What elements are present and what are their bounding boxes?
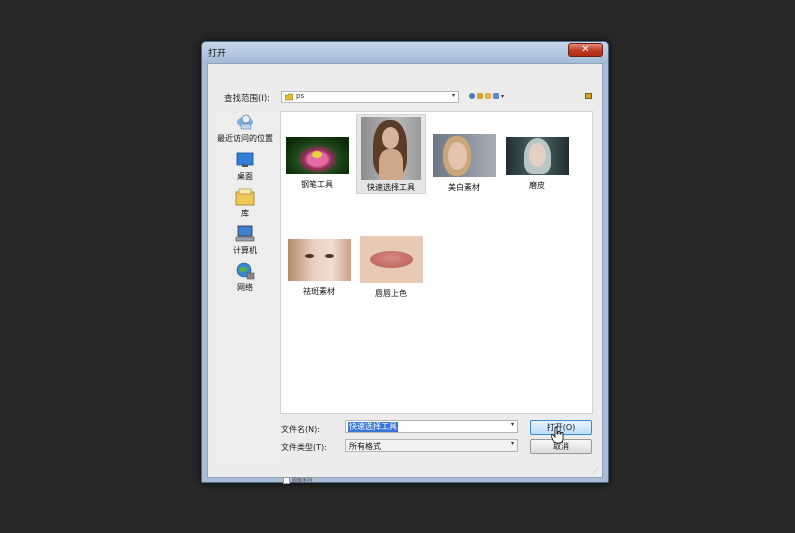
file-name: 快速选择工具 (367, 183, 415, 192)
place-label: 桌面 (237, 172, 253, 181)
chevron-down-icon: ▾ (451, 92, 455, 99)
file-name-input[interactable]: 快速选择工具 ▾ (345, 420, 518, 433)
file-item[interactable]: 美白素材 (429, 134, 499, 193)
place-label: 最近访问的位置 (217, 134, 273, 143)
file-name: 美白素材 (448, 183, 480, 192)
desktop-icon (236, 152, 254, 167)
thumbnail-lotus (285, 137, 349, 174)
mouse-cursor-icon (551, 426, 564, 444)
file-type-label: 文件类型(T): (281, 443, 327, 452)
folder-icon (285, 93, 293, 101)
thumbnail-lips (359, 236, 423, 283)
file-item[interactable]: 磨皮 (502, 137, 572, 191)
file-item[interactable]: 祛斑素材 (284, 239, 354, 297)
image-sequence-label: 图像序列 (292, 478, 313, 484)
folder-shortcut-icon[interactable] (585, 93, 592, 99)
look-in-label: 查找范围(I): (224, 94, 271, 104)
nav-toolbar: ▾ (469, 91, 504, 101)
computer-icon (235, 225, 255, 242)
file-name-label: 文件名(N): (281, 425, 320, 434)
view-menu-chevron-icon[interactable]: ▾ (501, 93, 504, 100)
file-name: 祛斑素材 (303, 287, 335, 296)
dialog-title: 打开 (208, 49, 227, 59)
file-type-value: 所有格式 (349, 442, 381, 451)
place-desktop[interactable]: 桌面 (211, 151, 279, 182)
place-label: 网络 (237, 283, 253, 292)
file-item[interactable]: 钢笔工具 (282, 137, 352, 190)
thumbnail-blonde-woman (432, 134, 496, 177)
recent-places-icon (237, 114, 253, 130)
library-icon (235, 188, 255, 206)
open-dialog: 打开 ✕ 查找范围(I): ps ▾ ▾ 最近访问的位置 桌面 库 计算机 网络… (201, 41, 609, 484)
file-type-select[interactable]: 所有格式 ▾ (345, 439, 518, 452)
place-network[interactable]: 网络 (211, 262, 279, 293)
place-label: 计算机 (233, 246, 257, 255)
resize-grip-icon[interactable]: ⋰ (592, 467, 600, 475)
place-recent[interactable]: 最近访问的位置 (211, 113, 279, 144)
network-icon (236, 262, 255, 280)
file-name: 钢笔工具 (301, 180, 333, 189)
place-computer[interactable]: 计算机 (211, 225, 279, 256)
chevron-down-icon: ▾ (510, 440, 514, 447)
thumbnail-portrait-woman (361, 117, 421, 180)
look-in-dropdown[interactable]: ps ▾ (281, 91, 459, 103)
file-name: 唇唇上色 (375, 289, 407, 298)
up-folder-icon[interactable] (477, 93, 483, 99)
file-list[interactable]: 钢笔工具 快速选择工具 美白素材 磨皮 祛斑素材 唇唇上色 (280, 111, 593, 414)
place-label: 库 (241, 209, 249, 218)
chevron-down-icon[interactable]: ▾ (511, 421, 514, 428)
thumbnail-face-closeup (287, 239, 351, 281)
look-in-value: ps (296, 92, 305, 100)
file-item[interactable]: 快速选择工具 (356, 114, 426, 194)
title-bar[interactable]: 打开 ✕ (202, 42, 608, 63)
file-name-value: 快速选择工具 (348, 422, 398, 432)
new-folder-icon[interactable] (485, 93, 491, 99)
close-button[interactable]: ✕ (568, 43, 603, 57)
file-item[interactable]: 唇唇上色 (356, 236, 426, 299)
image-sequence-checkbox[interactable] (283, 477, 290, 484)
view-menu-icon[interactable] (493, 93, 499, 99)
place-library[interactable]: 库 (211, 188, 279, 219)
dialog-client: 查找范围(I): ps ▾ ▾ 最近访问的位置 桌面 库 计算机 网络 钢笔工具… (207, 63, 603, 484)
thumbnail-hooded-woman (505, 137, 569, 175)
back-icon[interactable] (469, 93, 475, 99)
file-name: 磨皮 (529, 181, 545, 190)
places-bar: 最近访问的位置 桌面 库 计算机 网络 (211, 111, 279, 466)
